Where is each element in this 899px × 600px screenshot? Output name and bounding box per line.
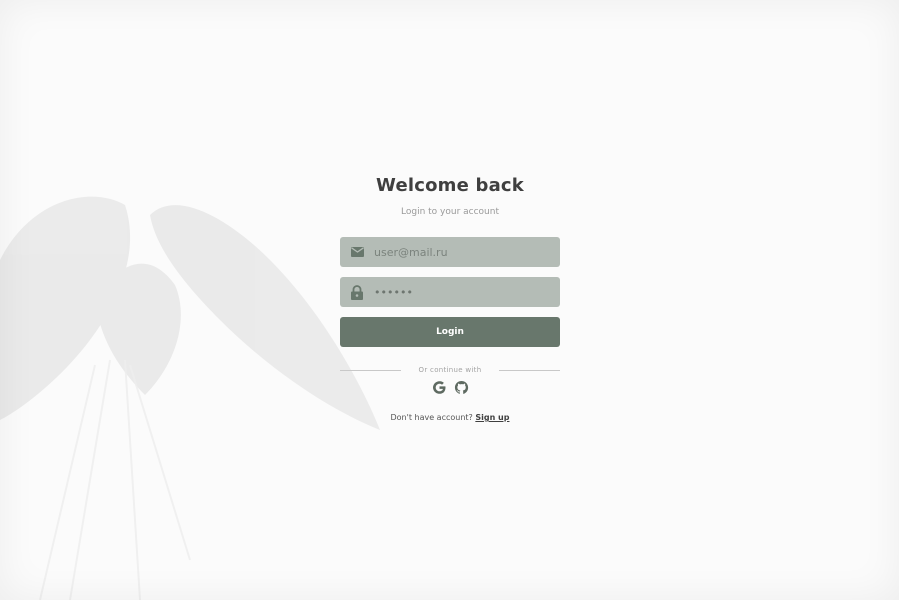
google-login-button[interactable] bbox=[431, 379, 447, 395]
signup-prompt: Don't have account? Sign up bbox=[340, 413, 560, 422]
divider-text: Or continue with bbox=[418, 366, 482, 374]
github-icon bbox=[454, 380, 468, 394]
social-login bbox=[340, 379, 560, 397]
social-divider: Or continue with bbox=[340, 365, 560, 375]
email-input[interactable] bbox=[374, 245, 554, 259]
lock-icon bbox=[340, 284, 374, 300]
divider-line-right bbox=[499, 369, 560, 371]
signup-link[interactable]: Sign up bbox=[475, 413, 509, 422]
divider-line-left bbox=[340, 369, 401, 371]
password-input[interactable] bbox=[374, 285, 554, 299]
login-button[interactable]: Login bbox=[340, 317, 560, 347]
page-subtitle: Login to your account bbox=[401, 207, 499, 217]
mail-icon bbox=[340, 247, 374, 257]
password-field bbox=[340, 277, 560, 307]
email-field bbox=[340, 237, 560, 267]
signup-prompt-text: Don't have account? bbox=[390, 413, 473, 422]
login-card: Welcome back Login to your account Login… bbox=[340, 172, 560, 422]
google-icon bbox=[432, 380, 445, 394]
page-title: Welcome back bbox=[376, 175, 524, 196]
github-login-button[interactable] bbox=[453, 379, 469, 395]
